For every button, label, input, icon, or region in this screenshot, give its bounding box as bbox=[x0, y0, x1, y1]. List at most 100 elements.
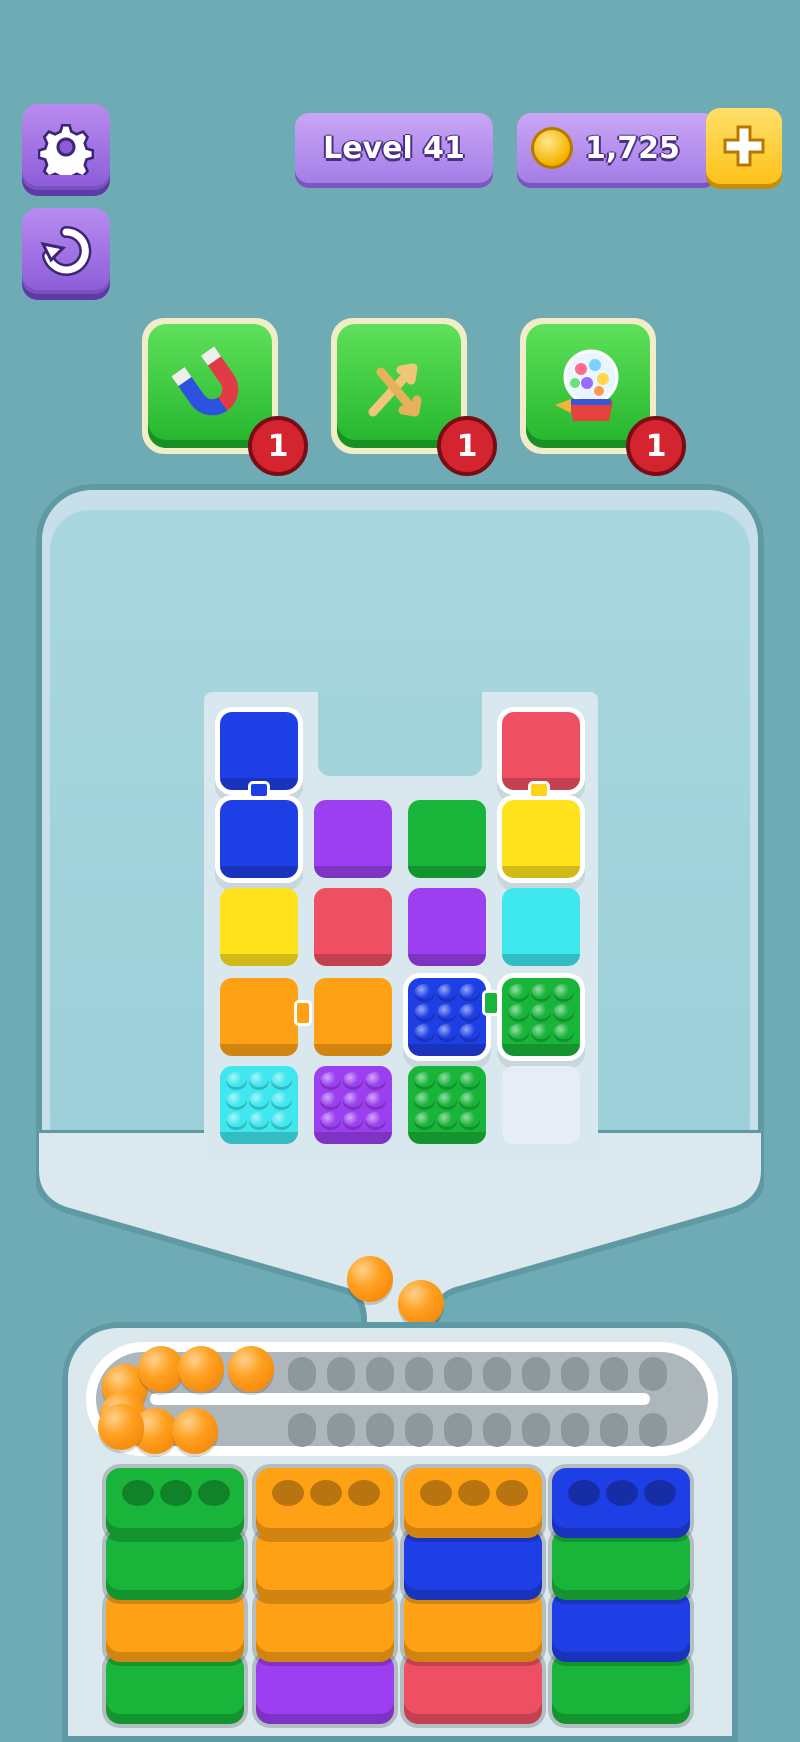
coin-amount: 1,725 bbox=[585, 130, 680, 166]
booster-gumball[interactable]: 1 bbox=[520, 318, 686, 476]
ball-box-green[interactable] bbox=[502, 978, 580, 1056]
container-hole bbox=[272, 1480, 304, 1506]
ball bbox=[436, 984, 458, 1002]
plus-icon bbox=[723, 125, 765, 167]
container-block-blue bbox=[404, 1530, 542, 1600]
tile-purple[interactable] bbox=[314, 800, 392, 878]
gumball-machine-icon bbox=[555, 349, 619, 421]
ball-box-cyan[interactable] bbox=[220, 1066, 298, 1144]
belt-slot bbox=[639, 1413, 667, 1447]
container-block-purple bbox=[256, 1654, 394, 1724]
gear-icon bbox=[38, 123, 94, 175]
ball bbox=[459, 1004, 480, 1022]
container-block-orange bbox=[404, 1592, 542, 1662]
coin-icon bbox=[531, 127, 573, 169]
container-hole bbox=[198, 1480, 230, 1506]
ball-box-purple[interactable] bbox=[314, 1066, 392, 1144]
restart-button[interactable] bbox=[22, 208, 110, 294]
container-hole bbox=[310, 1480, 342, 1506]
belt-marble bbox=[172, 1408, 218, 1454]
ball bbox=[553, 1004, 574, 1022]
container-block-blue bbox=[552, 1592, 690, 1662]
tile-red[interactable] bbox=[502, 712, 580, 790]
tile-green[interactable] bbox=[408, 800, 486, 878]
belt-marble bbox=[178, 1346, 224, 1392]
belt-slot bbox=[366, 1413, 394, 1447]
restart-icon bbox=[40, 225, 92, 276]
tile-link bbox=[248, 781, 270, 799]
ball bbox=[436, 1072, 458, 1090]
ball bbox=[508, 1004, 529, 1022]
ball bbox=[414, 1024, 435, 1042]
ball bbox=[508, 1024, 529, 1042]
belt-slot bbox=[444, 1413, 472, 1447]
ball bbox=[271, 1072, 292, 1090]
ball bbox=[414, 984, 435, 1002]
ball bbox=[553, 984, 574, 1002]
ball bbox=[320, 1092, 341, 1110]
tile-blue[interactable] bbox=[220, 800, 298, 878]
belt-slot bbox=[366, 1357, 394, 1391]
ball bbox=[226, 1072, 247, 1090]
funnel bbox=[36, 1130, 764, 1350]
container-hole bbox=[420, 1480, 452, 1506]
container-block-green bbox=[106, 1654, 244, 1724]
belt-slot bbox=[444, 1357, 472, 1391]
tile-orange[interactable] bbox=[314, 978, 392, 1056]
ball bbox=[508, 984, 529, 1002]
empty-slot bbox=[502, 1066, 580, 1144]
tile-yellow[interactable] bbox=[502, 800, 580, 878]
ball bbox=[436, 1024, 458, 1042]
belt-slot bbox=[483, 1357, 511, 1391]
ball bbox=[414, 1072, 435, 1090]
falling-marble bbox=[347, 1256, 393, 1302]
ball bbox=[414, 1112, 435, 1130]
ball bbox=[271, 1112, 292, 1130]
belt-slot bbox=[288, 1357, 316, 1391]
booster-count-badge: 1 bbox=[248, 416, 308, 476]
add-coins-button[interactable] bbox=[706, 108, 782, 184]
belt-slot bbox=[522, 1413, 550, 1447]
magnet-icon bbox=[171, 346, 239, 416]
container-hole bbox=[606, 1480, 638, 1506]
ball bbox=[365, 1092, 386, 1110]
booster-shuffle[interactable]: 1 bbox=[331, 318, 497, 476]
booster-count-badge: 1 bbox=[437, 416, 497, 476]
belt-slot bbox=[405, 1357, 433, 1391]
ball bbox=[320, 1072, 341, 1090]
booster-magnet[interactable]: 1 bbox=[142, 318, 308, 476]
tile-link bbox=[482, 990, 500, 1016]
container-hole bbox=[458, 1480, 490, 1506]
ball bbox=[459, 1112, 480, 1130]
tile-link bbox=[528, 781, 550, 799]
ball bbox=[320, 1112, 341, 1130]
tile-orange[interactable] bbox=[220, 978, 298, 1056]
ball bbox=[248, 1112, 270, 1130]
tile-purple[interactable] bbox=[408, 888, 486, 966]
container-block-orange bbox=[256, 1530, 394, 1600]
container-hole bbox=[496, 1480, 528, 1506]
ball bbox=[459, 984, 480, 1002]
ball bbox=[459, 1024, 480, 1042]
conveyor-divider bbox=[150, 1393, 650, 1405]
ball bbox=[414, 1004, 435, 1022]
tile-red[interactable] bbox=[314, 888, 392, 966]
tile-yellow[interactable] bbox=[220, 888, 298, 966]
ball bbox=[226, 1092, 247, 1110]
container-hole bbox=[122, 1480, 154, 1506]
tile-blue[interactable] bbox=[220, 712, 298, 790]
ball bbox=[365, 1112, 386, 1130]
ball-box-green[interactable] bbox=[408, 1066, 486, 1144]
container-hole bbox=[644, 1480, 676, 1506]
falling-marble bbox=[398, 1280, 444, 1326]
belt-slot bbox=[483, 1413, 511, 1447]
settings-button[interactable] bbox=[22, 104, 110, 190]
ball bbox=[226, 1112, 247, 1130]
ball bbox=[459, 1072, 480, 1090]
ball bbox=[365, 1072, 386, 1090]
container-hole bbox=[348, 1480, 380, 1506]
ball-box-blue[interactable] bbox=[408, 978, 486, 1056]
tile-cyan[interactable] bbox=[502, 888, 580, 966]
shuffle-arrows-icon bbox=[368, 363, 422, 417]
container-hole bbox=[568, 1480, 600, 1506]
